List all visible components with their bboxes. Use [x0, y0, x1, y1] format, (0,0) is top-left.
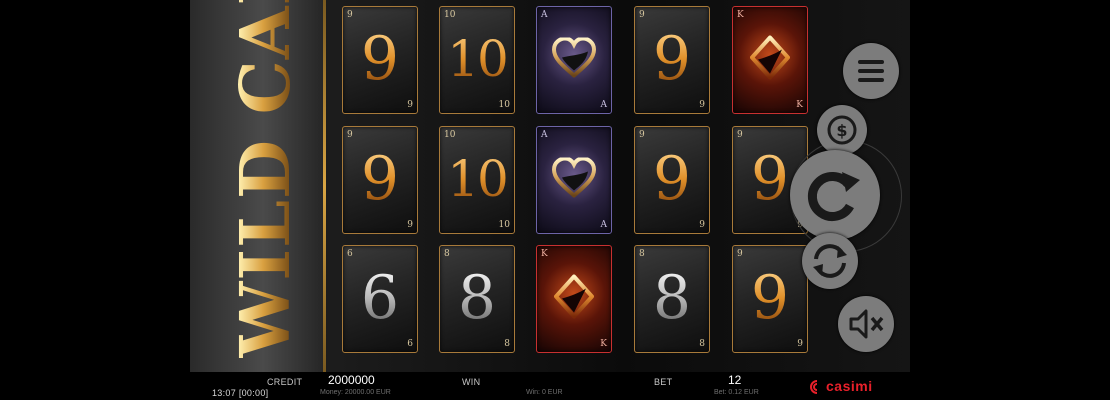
reel-card: 10 10 10 — [439, 6, 515, 114]
card-corner-index: 9 — [639, 10, 645, 20]
card-rank: 10 — [440, 27, 514, 91]
card-rank: 9 — [635, 27, 709, 91]
card-rank: 10 — [440, 147, 514, 211]
card-rank: 9 — [635, 147, 709, 211]
card-corner-index: 6 — [407, 339, 413, 349]
card-corner-index: 9 — [347, 130, 353, 140]
hamburger-icon — [858, 60, 884, 82]
bet-label: BET — [654, 377, 673, 387]
spin-arrow-icon — [807, 172, 860, 221]
status-bar: CREDIT 2000000 Money: 20000.00 EUR WIN W… — [190, 372, 910, 400]
reels-grid: 9 9 9 9 9 9 6 6 6 10 10 10 10 10 10 8 8 8 A A A A K K 9 9 9 9 9 9 8 8 8 K… — [326, 0, 808, 372]
card-corner-index: 9 — [699, 220, 705, 230]
card-rank: 6 — [343, 266, 417, 330]
card-rank: 9 — [343, 27, 417, 91]
reel-card: AA — [536, 126, 612, 234]
card-corner-index: 9 — [639, 130, 645, 140]
card-corner-index: 10 — [498, 100, 510, 110]
card-corner-index: 9 — [699, 100, 705, 110]
autoplay-arrows-icon — [813, 244, 847, 278]
brand-name: casimi — [826, 378, 873, 394]
reel-card: 8 8 8 — [634, 245, 710, 353]
bet-value: 12 — [728, 373, 742, 387]
reel-card: 9 9 9 — [634, 126, 710, 234]
reel-card: KK — [536, 245, 612, 353]
card-corner-index: A — [541, 130, 548, 140]
reel-card: 6 6 6 — [342, 245, 418, 353]
card-corner-index: 9 — [737, 130, 743, 140]
card-corner-index: 9 — [407, 100, 413, 110]
speaker-muted-icon — [849, 309, 884, 339]
sound-button[interactable] — [838, 296, 894, 352]
card-corner-index: 9 — [407, 220, 413, 230]
diamond-icon — [554, 274, 594, 324]
card-corner-index: 8 — [699, 339, 705, 349]
svg-text:$: $ — [836, 121, 847, 140]
title-panel: WILD CARD — [190, 0, 323, 372]
reel-card: AA — [536, 6, 612, 114]
win-label: WIN — [462, 377, 481, 387]
bet-text: Bet: 0.12 EUR — [714, 389, 759, 396]
casimi-logo-icon — [810, 380, 818, 394]
card-corner-index: A — [600, 100, 608, 110]
reel-card: 9 9 9 — [342, 126, 418, 234]
control-panel: $ — [790, 0, 910, 372]
credit-value: 2000000 — [328, 373, 375, 387]
win-text: Win: 0 EUR — [526, 389, 563, 396]
card-corner-index: K — [737, 10, 744, 20]
coin-dollar-icon: $ — [827, 115, 857, 145]
card-rank: 9 — [343, 147, 417, 211]
card-corner-index: 10 — [444, 10, 456, 20]
heart-icon — [551, 156, 597, 203]
reel-card: 8 8 8 — [439, 245, 515, 353]
spin-button[interactable] — [790, 150, 880, 240]
card-corner-index: 6 — [347, 249, 353, 259]
heart-icon — [551, 36, 597, 83]
menu-button[interactable] — [843, 43, 899, 99]
autoplay-button[interactable] — [802, 233, 858, 289]
card-corner-index: 9 — [347, 10, 353, 20]
reel-card: 9 9 9 — [634, 6, 710, 114]
card-corner-index: K — [541, 249, 548, 259]
card-corner-index: A — [541, 10, 548, 20]
card-corner-index: A — [600, 220, 608, 230]
game-title: WILD CARD — [226, 0, 306, 358]
card-corner-index: 8 — [504, 339, 510, 349]
card-corner-index: 9 — [737, 249, 743, 259]
card-corner-index: 10 — [444, 130, 456, 140]
clock-text: 13:07 [00:00] — [212, 388, 269, 398]
card-rank: 8 — [635, 266, 709, 330]
card-corner-index: 8 — [444, 249, 450, 259]
money-text: Money: 20000.00 EUR — [320, 389, 391, 396]
card-corner-index: K — [600, 339, 607, 349]
card-corner-index: 8 — [639, 249, 645, 259]
credit-label: CREDIT — [267, 377, 303, 387]
card-rank: 8 — [440, 266, 514, 330]
bet-button[interactable]: $ — [817, 105, 867, 155]
diamond-icon — [750, 35, 790, 85]
reel-card: 10 10 10 — [439, 126, 515, 234]
card-corner-index: 10 — [498, 220, 510, 230]
reel-card: 9 9 9 — [342, 6, 418, 114]
game-area: WILD CARD 9 9 9 9 9 9 6 6 6 10 10 10 10 10 10 8 8 8 A A A A K K… — [190, 0, 910, 400]
